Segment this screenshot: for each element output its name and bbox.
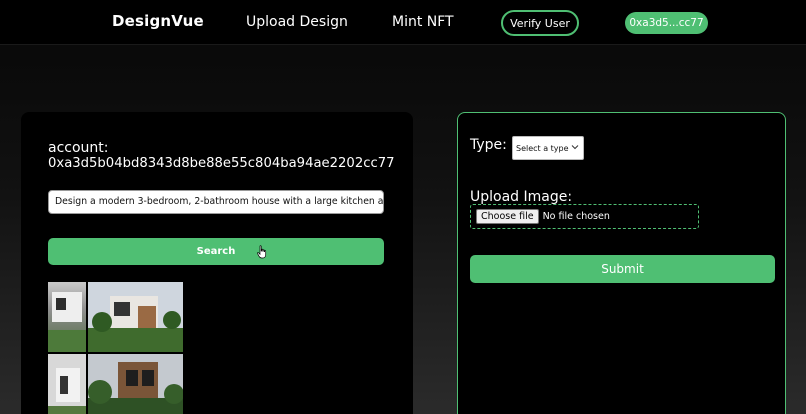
nav-mint-nft[interactable]: Mint NFT [392, 14, 454, 30]
result-image[interactable] [48, 282, 86, 352]
type-select-value: Select a type [516, 143, 569, 153]
hand-pointer-icon [257, 245, 267, 259]
brand-logo[interactable]: DesignVue [112, 12, 204, 30]
design-prompt-input[interactable]: Design a modern 3-bedroom, 2-bathroom ho… [48, 190, 384, 214]
result-image-grid [48, 282, 183, 414]
upload-image-label: Upload Image: [470, 189, 573, 205]
submit-button[interactable]: Submit [470, 255, 775, 283]
type-select[interactable]: Select a type [512, 136, 584, 160]
result-image[interactable] [88, 282, 183, 352]
search-panel: account: 0xa3d5b04bd8343d8be88e55c804ba9… [21, 112, 413, 414]
chevron-down-icon [571, 145, 579, 150]
account-address: 0xa3d5b04bd8343d8be88e55c804ba94ae2202cc… [48, 156, 395, 171]
account-label: account: [48, 140, 109, 156]
nav-upload-design[interactable]: Upload Design [246, 14, 348, 30]
file-status-text: No file chosen [542, 211, 610, 222]
type-label: Type: [470, 137, 507, 153]
result-image[interactable] [48, 354, 86, 414]
top-navbar: DesignVue Upload Design Mint NFT Verify … [0, 0, 806, 45]
verify-user-button[interactable]: Verify User [501, 10, 579, 36]
wallet-address-button[interactable]: 0xa3d5...cc77 [625, 12, 708, 34]
result-image[interactable] [88, 354, 183, 414]
file-upload-input[interactable]: Choose file No file chosen [470, 204, 699, 229]
upload-panel: Type: Select a type Upload Image: Choose… [457, 112, 786, 414]
choose-file-button[interactable]: Choose file [476, 209, 539, 224]
search-button[interactable]: Search [48, 238, 384, 265]
